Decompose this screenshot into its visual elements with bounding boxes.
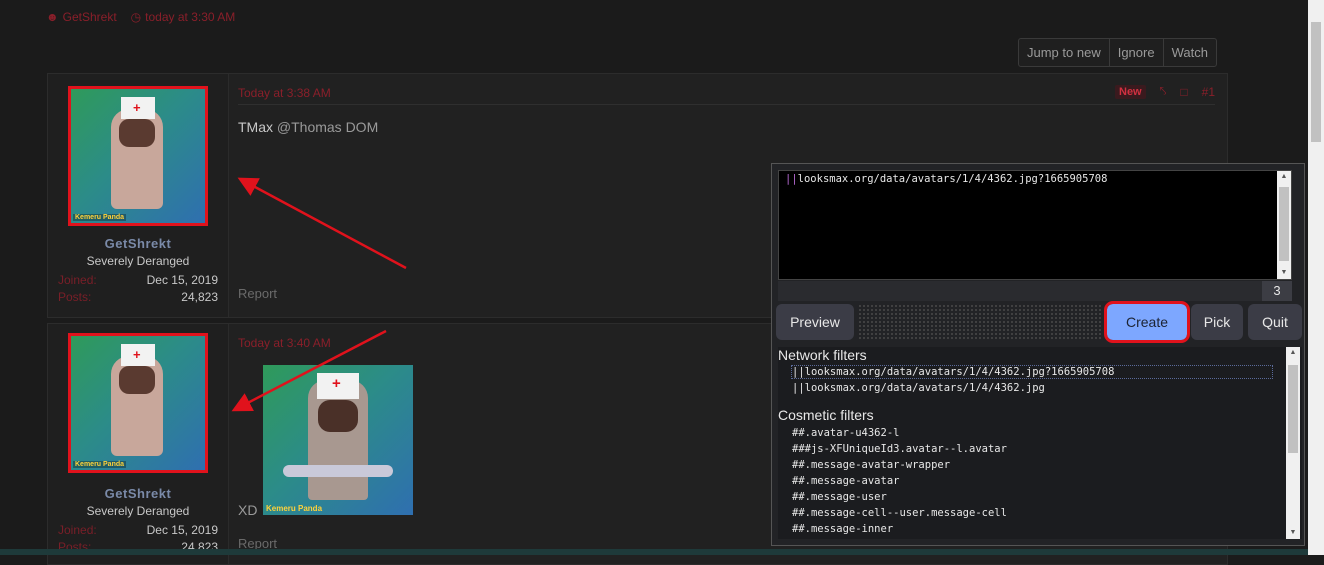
cosmetic-filter-item[interactable]: ##.message-user [792, 491, 887, 503]
cosmetic-filter-item[interactable]: ##.avatar-u4362-l [792, 427, 899, 439]
cosmetic-filter-item[interactable]: ##.message-cell--user.message-cell [792, 507, 1007, 519]
thread-time: ◷ today at 3:30 AM [130, 10, 236, 24]
share-icon[interactable]: ⤣ [1160, 84, 1167, 99]
post-text-strong: TMax [238, 119, 273, 135]
report-link[interactable]: Report [238, 286, 277, 301]
new-badge: New [1115, 84, 1146, 99]
message-user-cell: + Kemeru Panda GetShrekt Severely Derang… [48, 74, 229, 317]
filter-textarea[interactable]: ||looksmax.org/data/avatars/1/4/4362.jpg… [778, 170, 1292, 280]
network-filter-item[interactable]: ||looksmax.org/data/avatars/1/4/4362.jpg… [791, 365, 1273, 379]
user-avatar[interactable]: + Kemeru Panda [68, 86, 208, 226]
filter-prefix: || [785, 173, 798, 185]
posts-stat: Posts: 24,823 [58, 290, 218, 304]
user-avatar[interactable]: + Kemeru Panda [68, 333, 208, 473]
thread-action-group: Jump to new Ignore Watch [1018, 38, 1217, 67]
page-scrollbar[interactable] [1308, 0, 1324, 555]
cosmetic-filters-title: Cosmetic filters [778, 407, 874, 423]
username[interactable]: GetShrekt [48, 236, 228, 251]
joined-stat: Joined: Dec 15, 2019 [58, 273, 218, 287]
thread-author[interactable]: ☻ GetShrekt [46, 10, 117, 24]
pick-button[interactable]: Pick [1191, 304, 1243, 340]
attached-image[interactable]: + Kemeru Panda [263, 365, 413, 515]
avatar-watermark: Kemeru Panda [73, 461, 127, 468]
cosmetic-filter-item[interactable]: ##.message-avatar-wrapper [792, 459, 950, 471]
avatar-watermark: Kemeru Panda [73, 214, 127, 221]
post-body: XD [238, 502, 258, 518]
cosmetic-filter-item[interactable]: ###js-XFUniqueId3.avatar--l.avatar [792, 443, 1007, 455]
post-body: TMax @Thomas DOM [238, 119, 378, 135]
post-divider [238, 104, 1215, 105]
user-title: Severely Deranged [86, 504, 190, 518]
quit-button[interactable]: Quit [1248, 304, 1302, 340]
watch-button[interactable]: Watch [1162, 39, 1216, 66]
mention-link[interactable]: @Thomas DOM [277, 119, 378, 135]
match-count-row: 3 [778, 281, 1292, 301]
clock-icon: ◷ [130, 10, 142, 24]
user-title: Severely Deranged [86, 254, 190, 268]
scroll-down-icon[interactable]: ▼ [1277, 267, 1291, 279]
jump-to-new-button[interactable]: Jump to new [1019, 39, 1109, 66]
bottom-strip [0, 549, 1308, 555]
scroll-up-icon[interactable]: ▲ [1277, 171, 1291, 183]
thread-meta: ☻ GetShrekt ◷ today at 3:30 AM [46, 10, 235, 24]
match-count: 3 [1262, 281, 1292, 301]
bookmark-icon[interactable]: □ [1180, 85, 1187, 99]
scroll-up-icon[interactable]: ▲ [1286, 347, 1300, 359]
network-filter-item[interactable]: ||looksmax.org/data/avatars/1/4/4362.jpg [792, 382, 1045, 394]
textarea-scrollbar[interactable]: ▲ ▼ [1277, 171, 1291, 279]
element-picker-panel: ||looksmax.org/data/avatars/1/4/4362.jpg… [771, 163, 1305, 546]
network-filters-title: Network filters [778, 347, 867, 363]
joined-stat: Joined: Dec 15, 2019 [58, 523, 218, 537]
post-time[interactable]: Today at 3:38 AM [238, 86, 331, 100]
create-button[interactable]: Create [1104, 301, 1190, 343]
picker-spacer [858, 304, 1103, 340]
message-user-cell: + Kemeru Panda GetShrekt Severely Derang… [48, 324, 229, 564]
cosmetic-filter-item[interactable]: ##.message-inner [792, 523, 893, 535]
cosmetic-filter-item[interactable]: ##.message-avatar [792, 475, 899, 487]
scroll-down-icon[interactable]: ▼ [1286, 527, 1300, 539]
filter-candidates-list: Network filters ||looksmax.org/data/avat… [778, 347, 1302, 539]
list-scrollbar[interactable]: ▲ ▼ [1286, 347, 1300, 539]
attachment-watermark: Kemeru Panda [266, 504, 323, 513]
username[interactable]: GetShrekt [48, 486, 228, 501]
filter-text: looksmax.org/data/avatars/1/4/4362.jpg?1… [797, 173, 1108, 185]
post-time[interactable]: Today at 3:40 AM [238, 336, 331, 350]
preview-button[interactable]: Preview [776, 304, 854, 340]
user-icon: ☻ [46, 10, 59, 24]
post-actions: New ⤣ □ #1 [1115, 84, 1215, 99]
ignore-button[interactable]: Ignore [1108, 39, 1163, 66]
post-number[interactable]: #1 [1202, 85, 1215, 99]
